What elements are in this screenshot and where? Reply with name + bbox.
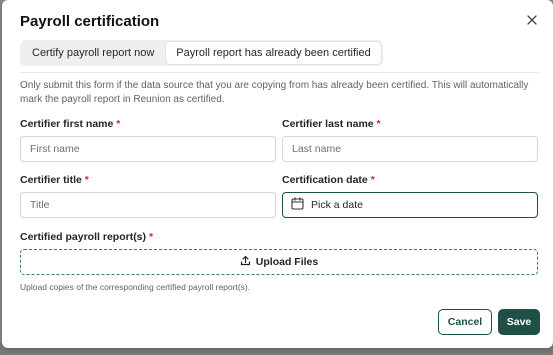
upload-hint: Upload copies of the corresponding certi… [20,282,251,292]
reports-label: Certified payroll report(s) * [20,231,153,243]
title-label-text: Certifier title [20,174,82,186]
last-name-input[interactable] [282,136,538,162]
last-name-label-text: Certifier last name [282,118,374,130]
first-name-label-text: Certifier first name [20,118,114,130]
required-marker: * [116,118,121,130]
dialog-title: Payroll certification [20,13,160,30]
divider [20,72,539,73]
notice-text: Only submit this form if the data source… [20,80,529,105]
required-marker: * [148,231,154,243]
last-name-label: Certifier last name * [282,118,381,130]
upload-icon [240,255,251,269]
calendar-icon [291,197,304,213]
date-label-text: Certification date [282,174,368,186]
date-picker-button[interactable]: Pick a date [282,192,538,218]
save-button[interactable]: Save [498,309,540,335]
certification-tabs: Certify payroll report now Payroll repor… [20,40,383,66]
first-name-label: Certifier first name * [20,118,120,130]
required-marker: * [370,174,375,186]
upload-files-dropzone[interactable]: Upload Files [20,249,538,275]
close-icon [527,12,537,30]
title-label: Certifier title * [20,174,89,186]
date-placeholder: Pick a date [311,199,363,211]
first-name-input[interactable] [20,136,276,162]
tab-already-certified[interactable]: Payroll report has already been certifie… [166,42,381,64]
tab-certify-now[interactable]: Certify payroll report now [22,42,164,64]
upload-label: Upload Files [255,256,319,268]
payroll-certification-dialog: Payroll certification Certify payroll re… [2,0,553,348]
cancel-button[interactable]: Cancel [438,309,492,335]
date-label: Certification date * [282,174,375,186]
close-button[interactable] [523,12,541,30]
title-input[interactable] [20,192,276,218]
reports-label-text: Certified payroll report(s) [20,231,147,243]
required-marker: * [376,118,381,130]
required-marker: * [84,174,89,186]
